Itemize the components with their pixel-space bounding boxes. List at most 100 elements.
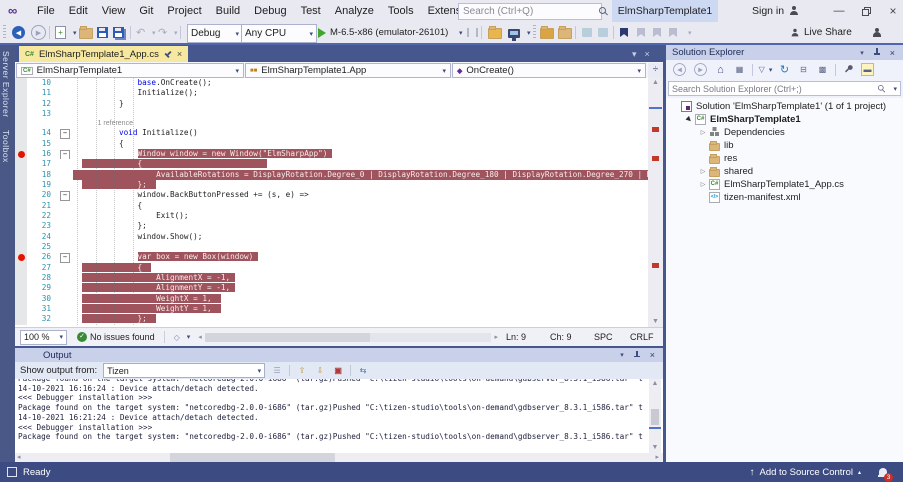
se-back-button[interactable]: ◀	[673, 63, 686, 76]
toggle-bookmark-button[interactable]	[620, 24, 628, 41]
code-line-26[interactable]: 26− var box = new Box(window)	[15, 252, 648, 262]
switch-views-icon[interactable]: ▦	[733, 63, 746, 76]
breakpoint-indicator[interactable]	[15, 149, 27, 159]
output-horizontal-scrollbar[interactable]: ◂ ▸	[15, 453, 663, 462]
breakpoint-indicator[interactable]	[15, 252, 27, 262]
breakpoint-margin[interactable]	[15, 128, 27, 138]
scrollbar-thumb[interactable]	[651, 409, 659, 425]
collapsed-arrow-icon[interactable]: ▷	[698, 168, 708, 175]
expanded-arrow-icon[interactable]: ▶	[683, 113, 695, 125]
toggle-word-wrap-button[interactable]: ⇆	[357, 365, 369, 376]
code-line-11[interactable]: 11 Initialize();	[15, 88, 648, 98]
breakpoint-margin[interactable]	[15, 273, 27, 283]
pending-changes-filter-icon[interactable]: ▽▾	[759, 63, 772, 76]
breakpoint-margin[interactable]	[15, 294, 27, 304]
send-feedback-button[interactable]	[872, 24, 882, 41]
close-tab-icon[interactable]: ×	[177, 49, 182, 59]
window-position-chevron-icon[interactable]: ▾	[860, 49, 864, 57]
document-tab-active[interactable]: C# ElmSharpTemplate1_App.cs ×	[19, 46, 188, 62]
preview-selected-items-toggle[interactable]: ▬	[861, 63, 874, 76]
code-line-10[interactable]: 10 base.OnCreate();	[15, 78, 648, 88]
find-message-button[interactable]: ☰	[271, 365, 283, 376]
breakpoint-dot[interactable]	[18, 254, 25, 261]
navigate-back-button[interactable]: ◀	[12, 24, 25, 41]
tree-item-elmsharptemplate1[interactable]: ▶C#ElmSharpTemplate1	[666, 113, 903, 126]
code-line-18[interactable]: 18 AvailableRotations = DisplayRotation.…	[15, 170, 648, 180]
scroll-right-arrow-icon[interactable]: ▸	[655, 453, 659, 461]
scroll-left-arrow-icon[interactable]: ◂	[195, 333, 205, 341]
search-icon[interactable]	[878, 85, 886, 93]
breakpoint-margin[interactable]	[15, 109, 27, 119]
navigate-forward-button[interactable]: ▶	[31, 24, 46, 41]
menu-tools[interactable]: Tools	[381, 0, 421, 22]
breakpoint-margin[interactable]	[15, 211, 27, 221]
output-log[interactable]: Package found on the target system: "net…	[15, 379, 663, 453]
step-over-button[interactable]	[598, 24, 608, 41]
save-all-button[interactable]	[113, 24, 124, 41]
spaces-indicator[interactable]: SPC	[589, 328, 625, 346]
background-tasks-icon[interactable]	[7, 467, 17, 477]
previous-message-button[interactable]: ⇧	[296, 365, 308, 376]
pin-tab-icon[interactable]	[162, 49, 173, 60]
search-input[interactable]	[459, 6, 599, 17]
menu-analyze[interactable]: Analyze	[328, 0, 381, 22]
breakpoint-margin[interactable]	[15, 201, 27, 211]
bookmarks-dropdown-chevron-icon[interactable]: ▾	[688, 24, 692, 41]
solution-platform-dropdown[interactable]: Any CPU▾	[241, 24, 317, 43]
debug-target-label[interactable]: M-6.5-x86 (emulator-26101)	[330, 24, 448, 41]
new-dropdown-chevron-icon[interactable]: ▾	[73, 24, 77, 41]
solution-explorer-titlebar[interactable]: Solution Explorer ▾ ×	[666, 45, 903, 60]
step-into-button[interactable]	[582, 24, 592, 41]
scroll-up-arrow-icon[interactable]: ▲	[649, 379, 661, 389]
sign-in-button[interactable]: Sign in	[752, 0, 799, 22]
breakpoint-margin[interactable]	[15, 119, 27, 128]
breakpoint-margin[interactable]	[15, 190, 27, 200]
collapse-all-icon[interactable]: ⊟	[797, 63, 810, 76]
tree-item-shared[interactable]: ▷shared	[666, 165, 903, 178]
tree-item-solution-elmsharptemplate1-1-of-1-project[interactable]: Solution 'ElmSharpTemplate1' (1 of 1 pro…	[666, 100, 903, 113]
code-line-12[interactable]: 12 }	[15, 99, 648, 109]
save-button[interactable]	[97, 24, 108, 41]
pin-panel-icon[interactable]	[873, 48, 881, 57]
active-files-chevron-icon[interactable]: ▾	[632, 49, 637, 60]
breakpoint-margin[interactable]	[15, 283, 27, 293]
code-line-24[interactable]: 24 window.Show();	[15, 232, 648, 242]
breakpoint-margin[interactable]	[15, 139, 27, 149]
scrollbar-thumb[interactable]	[205, 333, 370, 342]
code-line-17[interactable]: 17 {	[15, 159, 648, 169]
fold-margin[interactable]: −	[56, 190, 73, 200]
notifications-button[interactable]: 3	[879, 467, 887, 478]
live-share-button[interactable]: Live Share	[790, 24, 852, 41]
collapsed-arrow-icon[interactable]: ▷	[698, 129, 708, 136]
breakpoint-margin[interactable]	[15, 314, 27, 324]
code-line-32[interactable]: 32 };	[15, 314, 648, 324]
line-indicator[interactable]: Ln: 9	[501, 328, 545, 346]
fold-margin[interactable]: −	[56, 149, 73, 159]
side-tab-toolbox[interactable]: Toolbox	[0, 124, 12, 169]
start-debugging-button[interactable]	[318, 24, 326, 41]
breakpoint-margin[interactable]	[15, 180, 27, 190]
open-file-button[interactable]	[79, 24, 93, 41]
solution-search-input[interactable]	[669, 84, 877, 94]
menu-debug[interactable]: Debug	[247, 0, 293, 22]
code-line-27[interactable]: 27 {	[15, 263, 648, 273]
add-to-source-control-button[interactable]: ↑ Add to Source Control ▴	[750, 467, 862, 478]
code-line-20[interactable]: 20− window.BackButtonPressed += (s, e) =…	[15, 190, 648, 200]
se-forward-button[interactable]: ▶	[694, 63, 707, 76]
breakpoint-dot[interactable]	[18, 151, 25, 158]
tree-item-res[interactable]: res	[666, 152, 903, 165]
breakpoint-margin[interactable]	[15, 263, 27, 273]
code-line-16[interactable]: 16− Window window = new Window("ElmSharp…	[15, 149, 648, 159]
code-line-30[interactable]: 30 WeightX = 1,	[15, 294, 648, 304]
home-icon[interactable]: ⌂	[714, 63, 727, 76]
type-dropdown[interactable]: ■■ ElmSharpTemplate1.App ▾	[245, 63, 451, 78]
code-editor[interactable]: 10 base.OnCreate();11 Initialize();12 }1…	[15, 78, 648, 327]
output-panel-titlebar[interactable]: Output ▾ ×	[15, 348, 663, 362]
scroll-down-arrow-icon[interactable]: ▼	[648, 317, 663, 327]
break-all-button[interactable]	[467, 24, 478, 41]
undo-dropdown-chevron-icon[interactable]: ▾	[152, 24, 156, 41]
code-line-13[interactable]: 13	[15, 109, 648, 119]
breakpoint-margin[interactable]	[15, 99, 27, 109]
collapsed-arrow-icon[interactable]: ▷	[698, 181, 708, 188]
close-button[interactable]: ×	[880, 0, 903, 22]
